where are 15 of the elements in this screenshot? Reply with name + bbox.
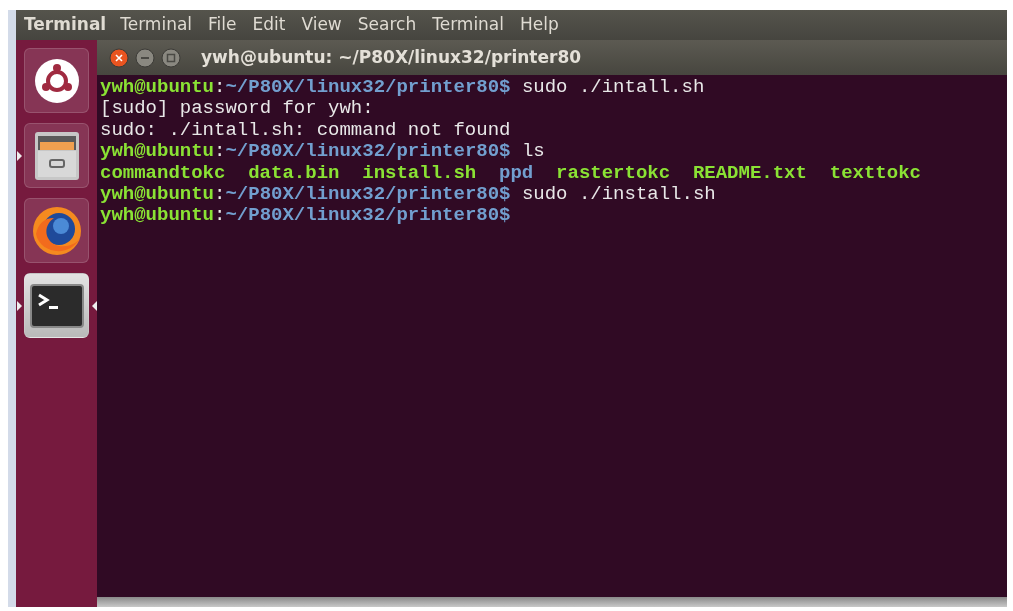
minimize-button[interactable] (135, 47, 155, 68)
menu-item[interactable]: Edit (244, 12, 294, 38)
terminal-icon (29, 283, 84, 328)
window-title: ywh@ubuntu: ~/P80X/linux32/printer80 (201, 45, 582, 69)
menu-item[interactable]: Help (512, 12, 567, 38)
launcher-item[interactable] (24, 48, 89, 113)
menu-item[interactable]: View (293, 12, 350, 38)
menu-item[interactable]: File (200, 12, 245, 38)
terminal-output: ywh@ubuntu:~/P80X/linux32/printer80$ sudo ./intall.sh [sudo] password for ywh: sudo: ./intall.sh: command not found ywh@ubuntu:~/P80X/linux32/printer80$ ls commandtokc data.bin install.sh ppd rastertokc README.txt texttokc ywh@ubuntu:~/P80X/linux32/printer80$ sudo ./install.sh ywh@ubuntu:~/P80X/linux32/printer80$ (97, 75, 1007, 597)
close-button[interactable] (109, 47, 129, 68)
app-name: Terminal (24, 13, 107, 37)
menu-item[interactable]: Search (349, 12, 425, 38)
maximize-button[interactable] (161, 47, 181, 68)
menu-item[interactable]: Terminal (112, 12, 201, 38)
menu-item[interactable]: Terminal (424, 12, 512, 38)
